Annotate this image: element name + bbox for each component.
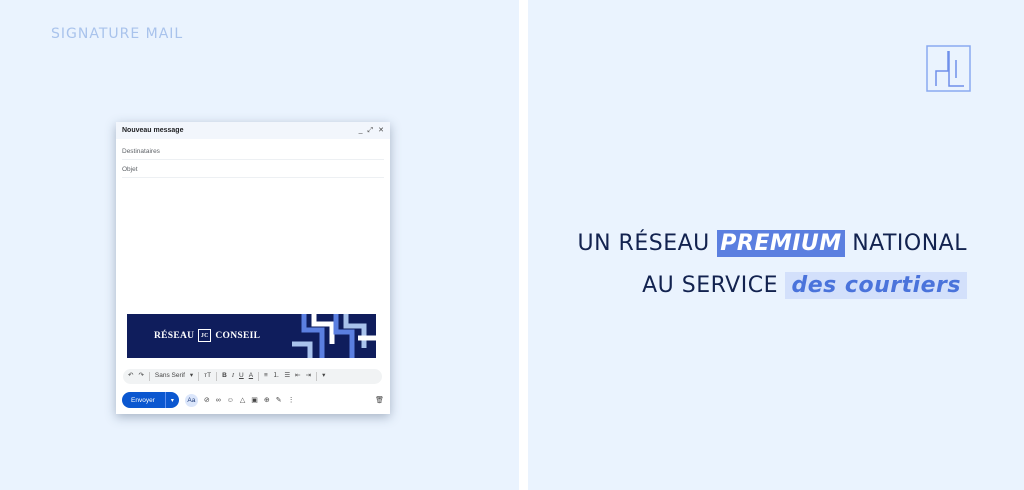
font-size-button[interactable]: тT: [204, 373, 211, 380]
toolbar-divider: [216, 372, 218, 381]
image-icon[interactable]: ▣: [251, 397, 258, 404]
text-color-button[interactable]: A: [249, 373, 253, 380]
tagline-line-2: AU SERVICE des courtiers: [642, 272, 967, 299]
link-icon[interactable]: ∞: [216, 397, 221, 404]
attach-icon[interactable]: ⊘: [204, 397, 210, 404]
expand-icon[interactable]: ⤢: [368, 127, 374, 134]
drive-icon[interactable]: △: [240, 397, 245, 404]
banner-text-left: RÉSEAU: [154, 330, 195, 341]
underline-button[interactable]: U: [239, 373, 244, 380]
brand-logo-icon: [926, 45, 971, 92]
minimize-icon[interactable]: _: [359, 127, 363, 134]
compose-bottom-bar: Envoyer ▾ Aa ⊘ ∞ ☺ △ ▣ ⊕ ✎ ⋮ 🗑: [122, 392, 384, 408]
bulleted-list-icon[interactable]: ☰: [284, 373, 290, 380]
indent-more-icon[interactable]: ⇥: [306, 373, 311, 380]
send-button-label: Envoyer: [131, 396, 155, 404]
tagline-premium-highlight: PREMIUM: [717, 230, 845, 257]
section-label: SIGNATURE MAIL: [51, 26, 184, 42]
toolbar-divider: [316, 372, 318, 381]
emoji-icon[interactable]: ☺: [227, 397, 234, 404]
indent-less-icon[interactable]: ⇤: [295, 373, 300, 380]
recipients-field[interactable]: Destinataires: [122, 142, 384, 160]
send-options-icon[interactable]: ▾: [164, 392, 179, 408]
confidential-icon[interactable]: ⊕: [264, 397, 270, 404]
compose-header: Nouveau message _ ⤢ ✕: [116, 122, 390, 139]
compose-window: Nouveau message _ ⤢ ✕ Destinataires Obje…: [116, 122, 390, 414]
tagline-line1-after: NATIONAL: [852, 231, 967, 256]
tagline-courtiers-highlight: des courtiers: [785, 272, 967, 299]
chevron-down-icon[interactable]: ▾: [190, 373, 193, 380]
toolbar-divider: [258, 372, 260, 381]
bold-button[interactable]: B: [222, 373, 227, 380]
numbered-list-icon[interactable]: ⒈: [273, 373, 280, 380]
signature-banner: RÉSEAU JC CONSEIL: [127, 314, 376, 358]
align-icon[interactable]: ≡: [264, 373, 268, 380]
banner-text-right: CONSEIL: [215, 330, 261, 341]
close-icon[interactable]: ✕: [378, 127, 384, 134]
format-toolbar: ↶ ↷ Sans Serif ▾ тT B I U A ≡ ⒈ ☰ ⇤ ⇥ ▾: [123, 369, 382, 384]
more-options-icon[interactable]: ⋮: [288, 397, 295, 404]
more-formatting-icon[interactable]: ▾: [322, 373, 325, 380]
send-button[interactable]: Envoyer ▾: [122, 392, 179, 408]
italic-button[interactable]: I: [232, 373, 234, 380]
trash-icon[interactable]: 🗑: [375, 396, 384, 404]
formatting-options-button[interactable]: Aa: [184, 393, 198, 407]
compose-title: Nouveau message: [122, 127, 184, 134]
redo-icon[interactable]: ↷: [138, 373, 143, 380]
toolbar-divider: [148, 372, 150, 381]
banner-logo-icon: JC: [198, 329, 212, 342]
undo-icon[interactable]: ↶: [128, 373, 133, 380]
subject-field[interactable]: Objet: [122, 160, 384, 178]
font-select[interactable]: Sans Serif: [155, 373, 185, 380]
toolbar-divider: [198, 372, 200, 381]
signature-icon[interactable]: ✎: [276, 397, 282, 404]
banner-pattern-icon: [292, 314, 376, 358]
tagline-line2-before: AU SERVICE: [642, 273, 778, 298]
tagline-line-1: UN RÉSEAU PREMIUM NATIONAL: [577, 230, 967, 257]
tagline-line1-before: UN RÉSEAU: [577, 231, 710, 256]
